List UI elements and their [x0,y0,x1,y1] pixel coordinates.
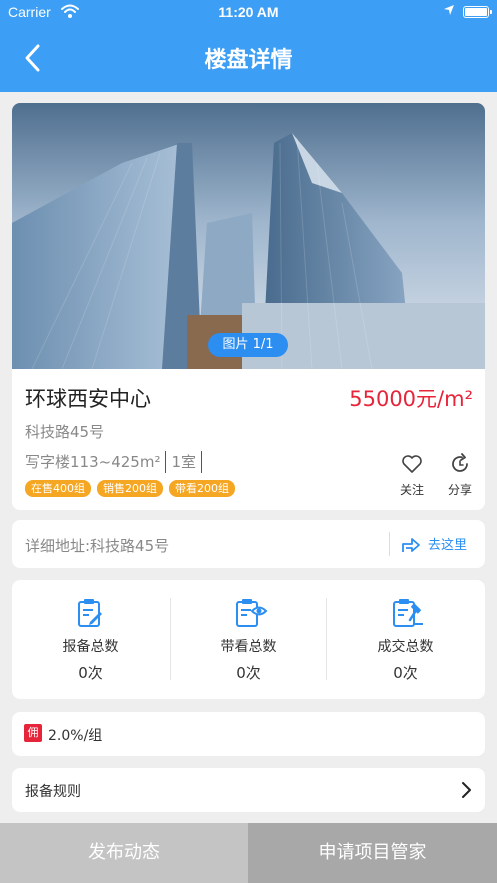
stat-deal-total[interactable]: 成交总数 0次 [327,580,484,699]
stat-viewing-total[interactable]: 带看总数 0次 [170,580,327,699]
navigate-button[interactable]: 去这里 [400,532,467,554]
stat-report-total[interactable]: 报备总数 0次 [12,580,169,699]
stat-value: 0次 [393,664,418,682]
follow-button[interactable]: 关注 [392,453,432,498]
tag-viewings: 带看200组 [169,480,235,497]
clipboard-gavel-icon [393,599,423,627]
heart-icon [402,455,422,473]
clipboard-edit-icon [78,599,102,627]
commission-badge: 佣 [24,724,42,742]
property-photo[interactable] [12,103,485,369]
commission-card: 佣 2.0%/组 [12,712,485,756]
property-tags: 在售400组 销售200组 带看200组 [25,480,235,497]
report-rules-row[interactable]: 报备规则 [12,768,485,812]
navigate-label: 去这里 [428,537,468,553]
navigation-bar: Carrier 11:20 AM 楼盘详情 [0,0,497,92]
page-title: 楼盘详情 [204,48,293,73]
property-address: 科技路45号 [25,423,105,441]
clock: 11:20 AM [218,4,279,20]
status-bar: Carrier 11:20 AM [0,0,497,26]
stat-label: 报备总数 [62,639,119,655]
property-rooms: 1室 [171,451,203,473]
detail-address: 详细地址:科技路45号 [25,537,170,555]
battery-icon [463,6,492,18]
property-type-area: 写字楼113~425m² [25,451,167,473]
share-label: 分享 [447,483,472,497]
property-name: 环球西安中心 [25,387,151,411]
share-button[interactable]: 分享 [440,453,480,498]
share-icon [452,453,468,472]
property-card: 图片 1/1 环球西安中心 55000元/m² 科技路45号 写字楼113~42… [12,103,485,510]
stat-label: 带看总数 [220,639,277,655]
location-arrow-icon [444,5,454,15]
publish-update-button[interactable]: 发布动态 [0,823,248,883]
divider [389,532,390,556]
tag-sold: 销售200组 [97,480,163,497]
follow-label: 关注 [399,483,424,497]
image-counter-badge: 图片 1/1 [208,333,288,357]
property-price: 55000元/m² [349,387,473,411]
navigate-icon [402,538,420,552]
stat-label: 成交总数 [377,639,434,655]
commission-rate: 2.0%/组 [48,728,103,744]
apply-manager-button[interactable]: 申请项目管家 [248,823,497,883]
stat-value: 0次 [78,664,103,682]
chevron-right-icon [462,782,471,798]
address-card: 详细地址:科技路45号 去这里 [12,520,485,568]
tag-on-sale: 在售400组 [25,480,91,497]
property-meta: 写字楼113~425m² 1室 [25,451,207,473]
stats-card: 报备总数 0次 带看总数 0次 成交总数 0次 [12,580,485,699]
stat-value: 0次 [236,664,261,682]
clipboard-eye-icon [236,599,268,627]
report-rules-label: 报备规则 [25,784,81,800]
